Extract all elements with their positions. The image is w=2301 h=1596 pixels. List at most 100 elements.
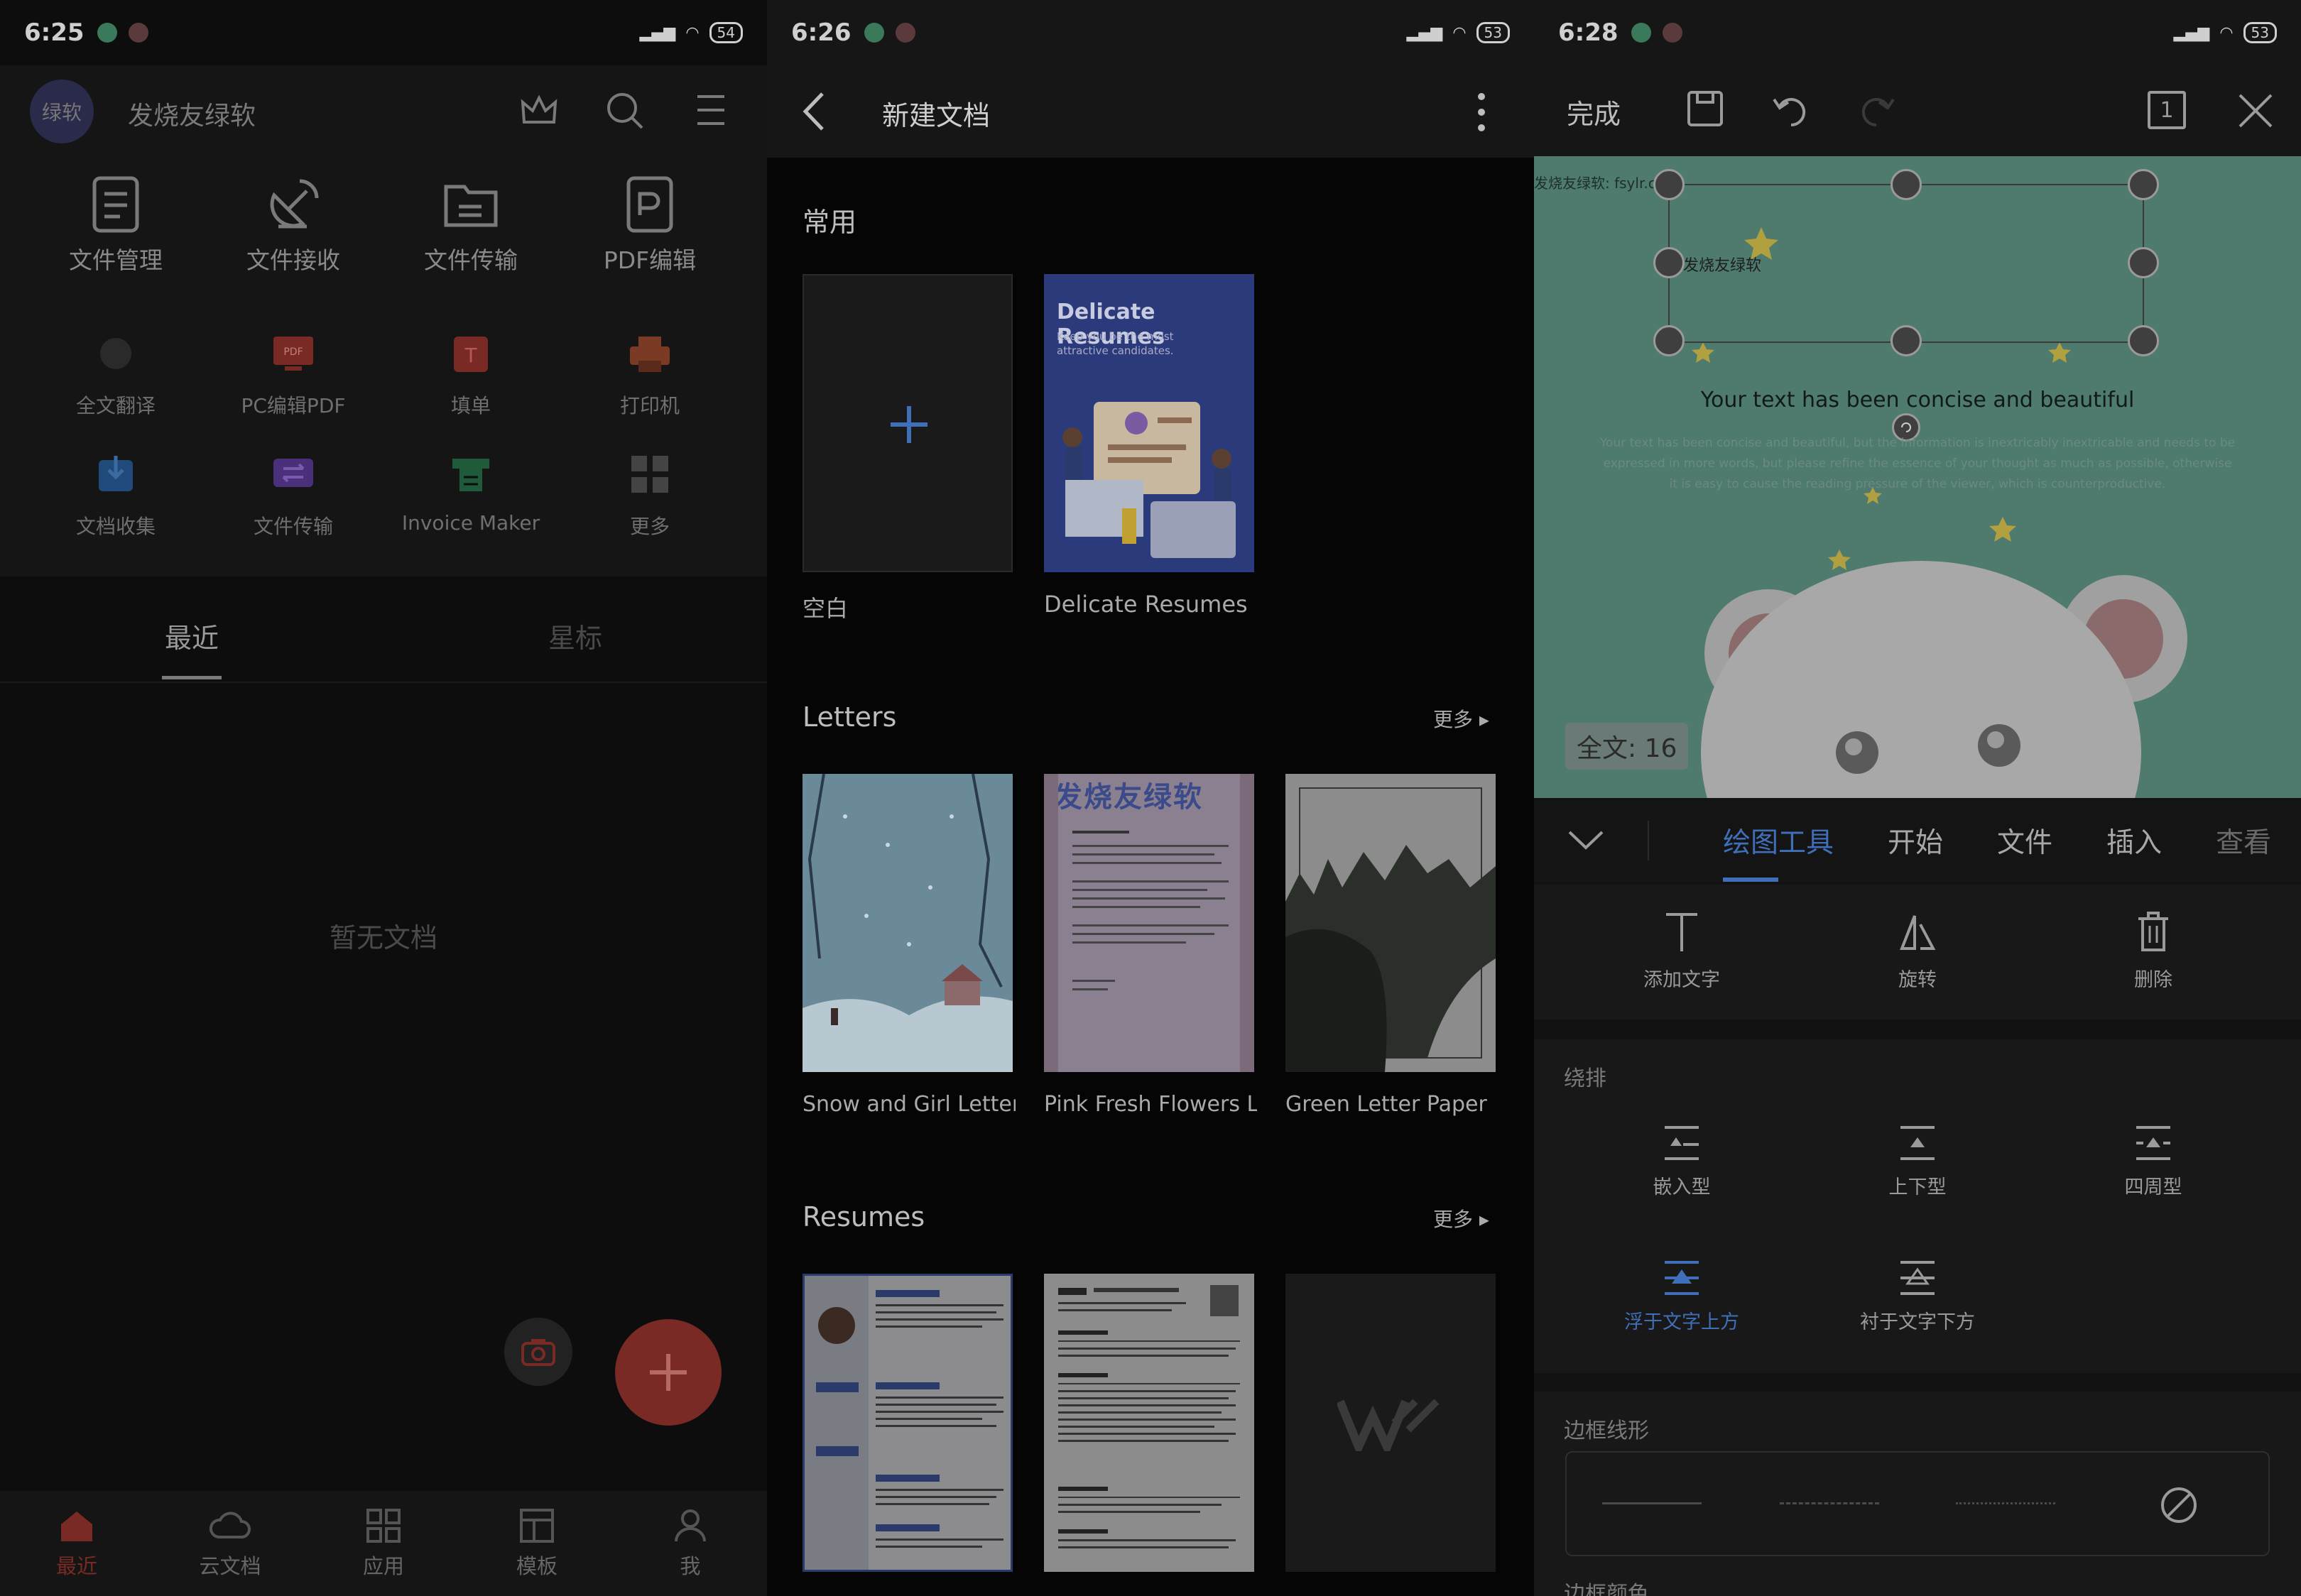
tab-file[interactable]: 文件 <box>1970 821 2079 860</box>
avatar[interactable]: 绿软 <box>30 80 94 143</box>
battery-icon: 53 <box>2243 22 2277 43</box>
more-label: 更多 <box>1433 1208 1474 1231</box>
border-dashed-option[interactable] <box>1780 1502 1879 1504</box>
wrap-square-button[interactable]: 四周型 <box>2061 1125 2246 1199</box>
wrap-section: 绕排 嵌入型 上下型 四周型 浮于文字上方 衬于文字下方 <box>1534 1039 2301 1373</box>
resize-handle[interactable] <box>1891 325 1922 356</box>
undo-icon[interactable] <box>1771 91 1811 128</box>
collapse-ribbon-icon[interactable] <box>1567 828 1605 852</box>
add-text-icon <box>1666 913 1697 951</box>
file-receive-button[interactable]: 文件接收 <box>205 172 382 275</box>
wrap-behind-button[interactable]: 衬于文字下方 <box>1825 1259 2010 1334</box>
resize-handle[interactable] <box>1653 169 1685 200</box>
folder-transfer-button[interactable]: 文件传输 <box>382 172 560 275</box>
section-title: 绕排 <box>1564 1066 1606 1091</box>
more-apps-button[interactable]: 更多 <box>561 442 739 540</box>
template-icon <box>520 1509 554 1543</box>
section-title: 边框颜色 <box>1564 1582 1649 1596</box>
status-time: 6:25 <box>24 18 85 47</box>
camera-button[interactable] <box>504 1318 572 1386</box>
back-icon[interactable] <box>801 91 827 132</box>
letters-more-link[interactable]: 更多 ▸ <box>1433 704 1489 733</box>
nav-recent[interactable]: 最近 <box>0 1491 153 1596</box>
resize-handle[interactable] <box>1653 325 1685 356</box>
tab-insert[interactable]: 插入 <box>2079 821 2189 860</box>
signal-icon: ▂▄▆ <box>2173 23 2210 42</box>
notification-icon <box>1631 23 1651 43</box>
template-resume-3[interactable] <box>1285 1274 1496 1572</box>
resumes-more-link[interactable]: 更多 ▸ <box>1433 1204 1489 1232</box>
nav-apps[interactable]: 应用 <box>307 1491 460 1596</box>
file-transfer-button[interactable]: 文件传输 <box>205 442 382 540</box>
border-dotted-option[interactable] <box>1956 1502 2055 1504</box>
empty-state: 暂无文档 <box>329 922 437 953</box>
template-blank[interactable] <box>803 274 1013 572</box>
canvas-body-text: Your text has been concise and beautiful… <box>1599 436 2236 491</box>
more-vert-icon[interactable] <box>1477 91 1486 133</box>
border-solid-option[interactable] <box>1602 1502 1702 1504</box>
printer-button[interactable]: 打印机 <box>561 321 739 419</box>
cloud-icon <box>210 1512 251 1538</box>
resize-handle[interactable] <box>1891 169 1922 200</box>
add-text-button[interactable]: 添加文字 <box>1589 910 1774 992</box>
resize-handle[interactable] <box>2128 169 2159 200</box>
close-icon[interactable] <box>2237 92 2274 129</box>
page-title: 新建文档 <box>882 100 991 131</box>
template-pink-flowers-letter[interactable]: 发烧友绿软 <box>1044 774 1254 1072</box>
tab-drawing-tools[interactable]: 绘图工具 <box>1696 821 1861 860</box>
wrap-topbottom-button[interactable]: 上下型 <box>1825 1125 2010 1199</box>
rotate-button[interactable]: 旋转 <box>1825 910 2010 992</box>
resize-handle[interactable] <box>2128 325 2159 356</box>
fill-form-button[interactable]: T 填单 <box>382 321 560 419</box>
done-button[interactable]: 完成 <box>1567 92 1621 131</box>
username[interactable]: 发烧友绿软 <box>128 95 256 132</box>
crown-icon[interactable] <box>518 91 560 132</box>
tab-start[interactable]: 开始 <box>1861 821 1970 860</box>
translate-button[interactable]: 全文翻译 <box>27 321 205 419</box>
invoice-maker-button[interactable]: Invoice Maker <box>382 442 560 535</box>
pc-pdf-button[interactable]: PDF PC编辑PDF <box>205 321 382 419</box>
no-border-icon[interactable] <box>2159 1485 2199 1525</box>
document-canvas[interactable]: 发烧友绿软: fsylr.cc 发烧友绿软 Your text has been… <box>1534 156 2301 798</box>
nav-profile[interactable]: 我 <box>614 1491 767 1596</box>
text-box-content[interactable]: 发烧友绿软 <box>1683 253 1761 275</box>
divider <box>1648 821 1649 860</box>
template-resume-1[interactable] <box>803 1274 1013 1572</box>
delete-button[interactable]: 删除 <box>2061 910 2246 992</box>
wrap-square-icon <box>2136 1126 2170 1160</box>
new-document-button[interactable] <box>615 1319 722 1426</box>
translate-icon <box>27 321 205 386</box>
section-title: 边框线形 <box>1564 1419 1649 1443</box>
nav-label: 我 <box>680 1554 701 1578</box>
trash-icon <box>2138 912 2168 951</box>
file-manage-button[interactable]: 文件管理 <box>27 172 205 275</box>
invoice-maker-icon <box>382 442 560 507</box>
tab-starred[interactable]: 星标 <box>384 589 767 682</box>
doc-collect-button[interactable]: 文档收集 <box>27 442 205 540</box>
template-delicate-resumes[interactable]: Delicate Resumes Keep you be the most at… <box>1044 274 1254 572</box>
resize-handle[interactable] <box>1653 247 1685 278</box>
wrap-inline-button[interactable]: 嵌入型 <box>1589 1125 1774 1199</box>
letter-lines <box>1044 774 1254 1072</box>
nav-templates[interactable]: 模板 <box>460 1491 614 1596</box>
plus-icon <box>650 1354 687 1391</box>
redo-icon[interactable] <box>1856 91 1896 128</box>
wrap-front-button[interactable]: 浮于文字上方 <box>1589 1259 1774 1334</box>
tab-recent[interactable]: 最近 <box>0 589 384 682</box>
tool-label: 删除 <box>2134 969 2172 991</box>
pdf-edit-button[interactable]: PDF编辑 <box>561 172 739 275</box>
grid-label: 打印机 <box>619 394 680 417</box>
page-indicator[interactable]: 1 <box>2148 91 2186 129</box>
tab-view[interactable]: 查看 <box>2189 821 2298 860</box>
template-snow-girl-letter[interactable] <box>803 774 1013 1072</box>
home-screen: 6:25 ▂▄▆ ◠ 54 绿软 发烧友绿软 文件管理 文件接收 文件传输 PD… <box>0 0 767 1596</box>
new-document-screen: 6:26 ▂▄▆ ◠ 53 新建文档 常用 空白 Delicate Resume… <box>767 0 1534 1596</box>
template-green-letter-paper[interactable] <box>1285 774 1496 1072</box>
wifi-icon: ◠ <box>2219 23 2234 42</box>
save-icon[interactable] <box>1686 89 1724 128</box>
menu-icon[interactable] <box>695 92 727 128</box>
search-icon[interactable] <box>604 89 646 132</box>
nav-cloud[interactable]: 云文档 <box>153 1491 307 1596</box>
template-resume-2[interactable] <box>1044 1274 1254 1572</box>
resize-handle[interactable] <box>2128 247 2159 278</box>
